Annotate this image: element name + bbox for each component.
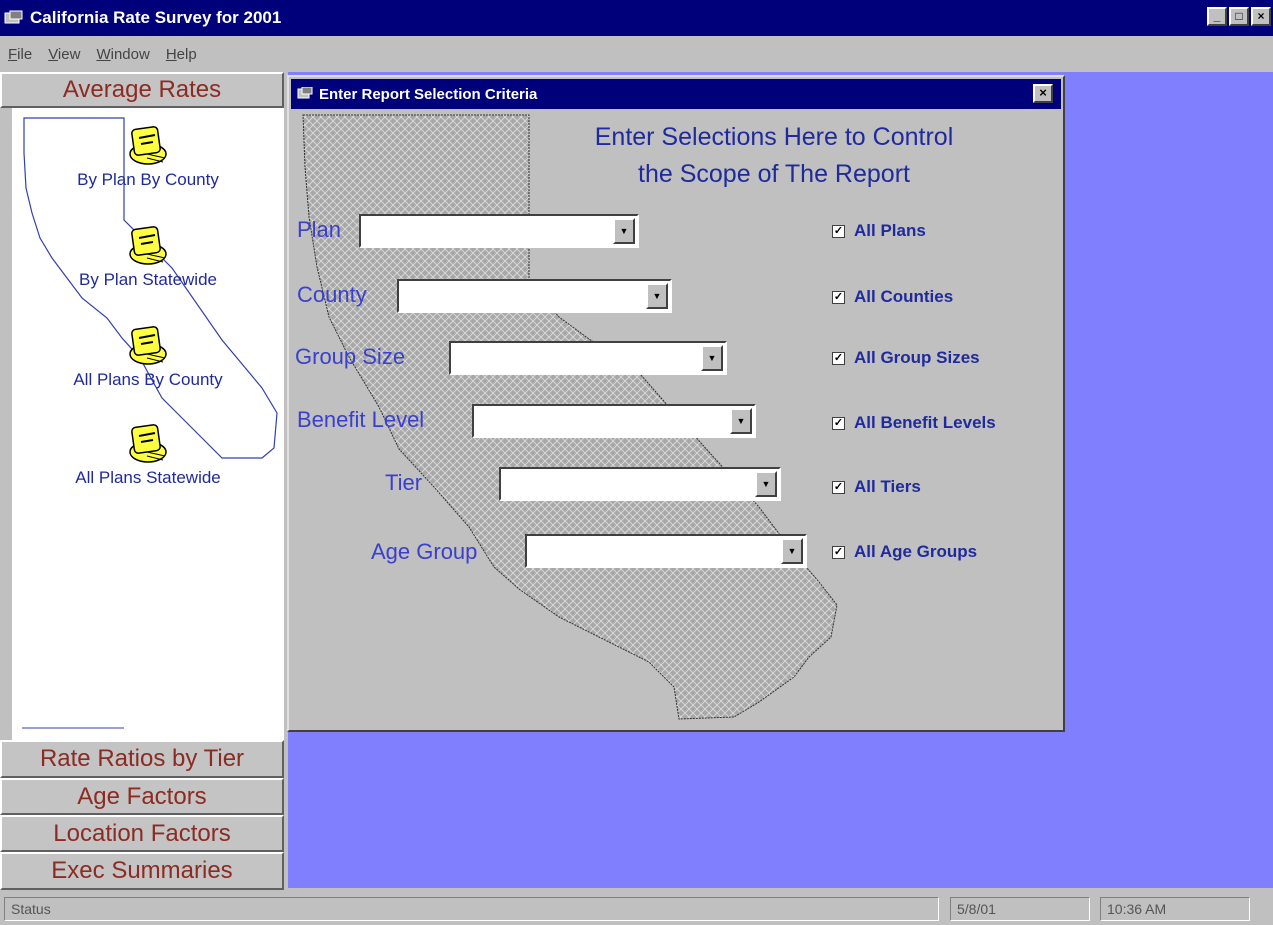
report-item-label: By Plan Statewide bbox=[79, 270, 217, 289]
check-icon[interactable]: ✓ bbox=[832, 416, 845, 430]
report-item-1[interactable]: By Plan By County bbox=[12, 120, 284, 190]
minimize-button[interactable]: _ bbox=[1207, 7, 1227, 26]
tier-select[interactable]: ▼ bbox=[499, 467, 781, 501]
exec-summaries-button[interactable]: Exec Summaries bbox=[0, 852, 284, 890]
check-icon[interactable]: ✓ bbox=[832, 290, 845, 304]
report-criteria-dialog: Enter Report Selection Criteria × Enter … bbox=[287, 75, 1065, 732]
menu-file[interactable]: File bbox=[8, 46, 32, 63]
county-select[interactable]: ▼ bbox=[397, 279, 672, 313]
menu-bar: File View Window Help bbox=[0, 36, 1273, 72]
close-button[interactable]: × bbox=[1251, 7, 1271, 26]
group-size-dropdown-arrow-icon[interactable]: ▼ bbox=[701, 345, 723, 371]
benefit-level-select[interactable]: ▼ bbox=[472, 404, 756, 438]
all-counties-checkbox[interactable]: ✓ All Counties bbox=[832, 287, 953, 307]
all-age-groups-label: All Age Groups bbox=[854, 542, 978, 561]
heading-line-2: the Scope of The Report bbox=[638, 160, 910, 188]
benefit-level-label: Benefit Level bbox=[297, 407, 425, 432]
all-tiers-label: All Tiers bbox=[854, 477, 921, 496]
all-benefit-levels-label: All Benefit Levels bbox=[854, 413, 996, 432]
all-group-sizes-checkbox[interactable]: ✓ All Group Sizes bbox=[832, 348, 980, 368]
group-size-label: Group Size bbox=[295, 344, 406, 369]
all-benefit-levels-checkbox[interactable]: ✓ All Benefit Levels bbox=[832, 413, 996, 433]
report-item-3[interactable]: All Plans By County bbox=[12, 320, 284, 390]
all-tiers-checkbox[interactable]: ✓ All Tiers bbox=[832, 477, 921, 497]
report-book-icon[interactable] bbox=[125, 220, 171, 266]
report-book-icon[interactable] bbox=[125, 418, 171, 464]
county-label: County bbox=[297, 282, 367, 307]
report-list-panel: By Plan By County By Plan Statewide All Pl… bbox=[12, 108, 284, 740]
benefit-level-dropdown-arrow-icon[interactable]: ▼ bbox=[730, 408, 752, 434]
dialog-title-bar[interactable]: Enter Report Selection Criteria × bbox=[291, 79, 1061, 109]
group-size-select[interactable]: ▼ bbox=[449, 341, 727, 375]
main-title-bar[interactable]: California Rate Survey for 2001 _ □ × bbox=[0, 0, 1273, 36]
dialog-title: Enter Report Selection Criteria bbox=[319, 85, 538, 103]
county-dropdown-arrow-icon[interactable]: ▼ bbox=[646, 283, 668, 309]
all-age-groups-checkbox[interactable]: ✓ All Age Groups bbox=[832, 542, 977, 562]
window-title: California Rate Survey for 2001 bbox=[30, 8, 282, 27]
rate-ratios-button[interactable]: Rate Ratios by Tier bbox=[0, 740, 284, 778]
report-item-label: By Plan By County bbox=[77, 170, 219, 189]
status-date: 5/8/01 bbox=[950, 897, 1090, 921]
menu-view[interactable]: View bbox=[48, 46, 80, 63]
dialog-icon bbox=[297, 87, 313, 99]
average-rates-button[interactable]: Average Rates bbox=[0, 72, 284, 108]
report-book-icon[interactable] bbox=[125, 120, 171, 166]
all-group-sizes-label: All Group Sizes bbox=[854, 348, 980, 367]
all-plans-label: All Plans bbox=[854, 221, 926, 240]
age-group-label: Age Group bbox=[371, 539, 478, 564]
app-icon bbox=[4, 10, 23, 24]
all-plans-checkbox[interactable]: ✓ All Plans bbox=[832, 221, 926, 241]
all-counties-label: All Counties bbox=[854, 287, 954, 306]
menu-help[interactable]: Help bbox=[166, 46, 197, 63]
report-book-icon[interactable] bbox=[125, 320, 171, 366]
report-item-4[interactable]: All Plans Statewide bbox=[12, 418, 284, 488]
dialog-heading: Enter Selections Here to Control the Sco… bbox=[539, 119, 1009, 193]
age-factors-button[interactable]: Age Factors bbox=[0, 778, 284, 815]
status-time: 10:36 AM bbox=[1100, 897, 1250, 921]
dialog-close-button[interactable]: × bbox=[1033, 84, 1053, 103]
report-item-2[interactable]: By Plan Statewide bbox=[12, 220, 284, 290]
status-text: Status bbox=[4, 897, 939, 921]
report-item-label: All Plans By County bbox=[73, 370, 223, 389]
check-icon[interactable]: ✓ bbox=[832, 351, 845, 365]
heading-line-1: Enter Selections Here to Control bbox=[594, 123, 954, 151]
check-icon[interactable]: ✓ bbox=[832, 545, 845, 559]
tier-label: Tier bbox=[385, 470, 423, 495]
status-bar: Status 5/8/01 10:36 AM bbox=[0, 893, 1273, 925]
menu-window[interactable]: Window bbox=[96, 46, 149, 63]
tier-dropdown-arrow-icon[interactable]: ▼ bbox=[755, 471, 777, 497]
location-factors-button[interactable]: Location Factors bbox=[0, 815, 284, 852]
age-group-select[interactable]: ▼ bbox=[525, 534, 807, 568]
plan-dropdown-arrow-icon[interactable]: ▼ bbox=[613, 218, 635, 244]
age-group-dropdown-arrow-icon[interactable]: ▼ bbox=[781, 538, 803, 564]
check-icon[interactable]: ✓ bbox=[832, 480, 845, 494]
check-icon[interactable]: ✓ bbox=[832, 224, 845, 238]
plan-select[interactable]: ▼ bbox=[359, 214, 639, 248]
maximize-button[interactable]: □ bbox=[1229, 7, 1249, 26]
report-item-label: All Plans Statewide bbox=[75, 468, 221, 487]
plan-label: Plan bbox=[297, 217, 342, 242]
